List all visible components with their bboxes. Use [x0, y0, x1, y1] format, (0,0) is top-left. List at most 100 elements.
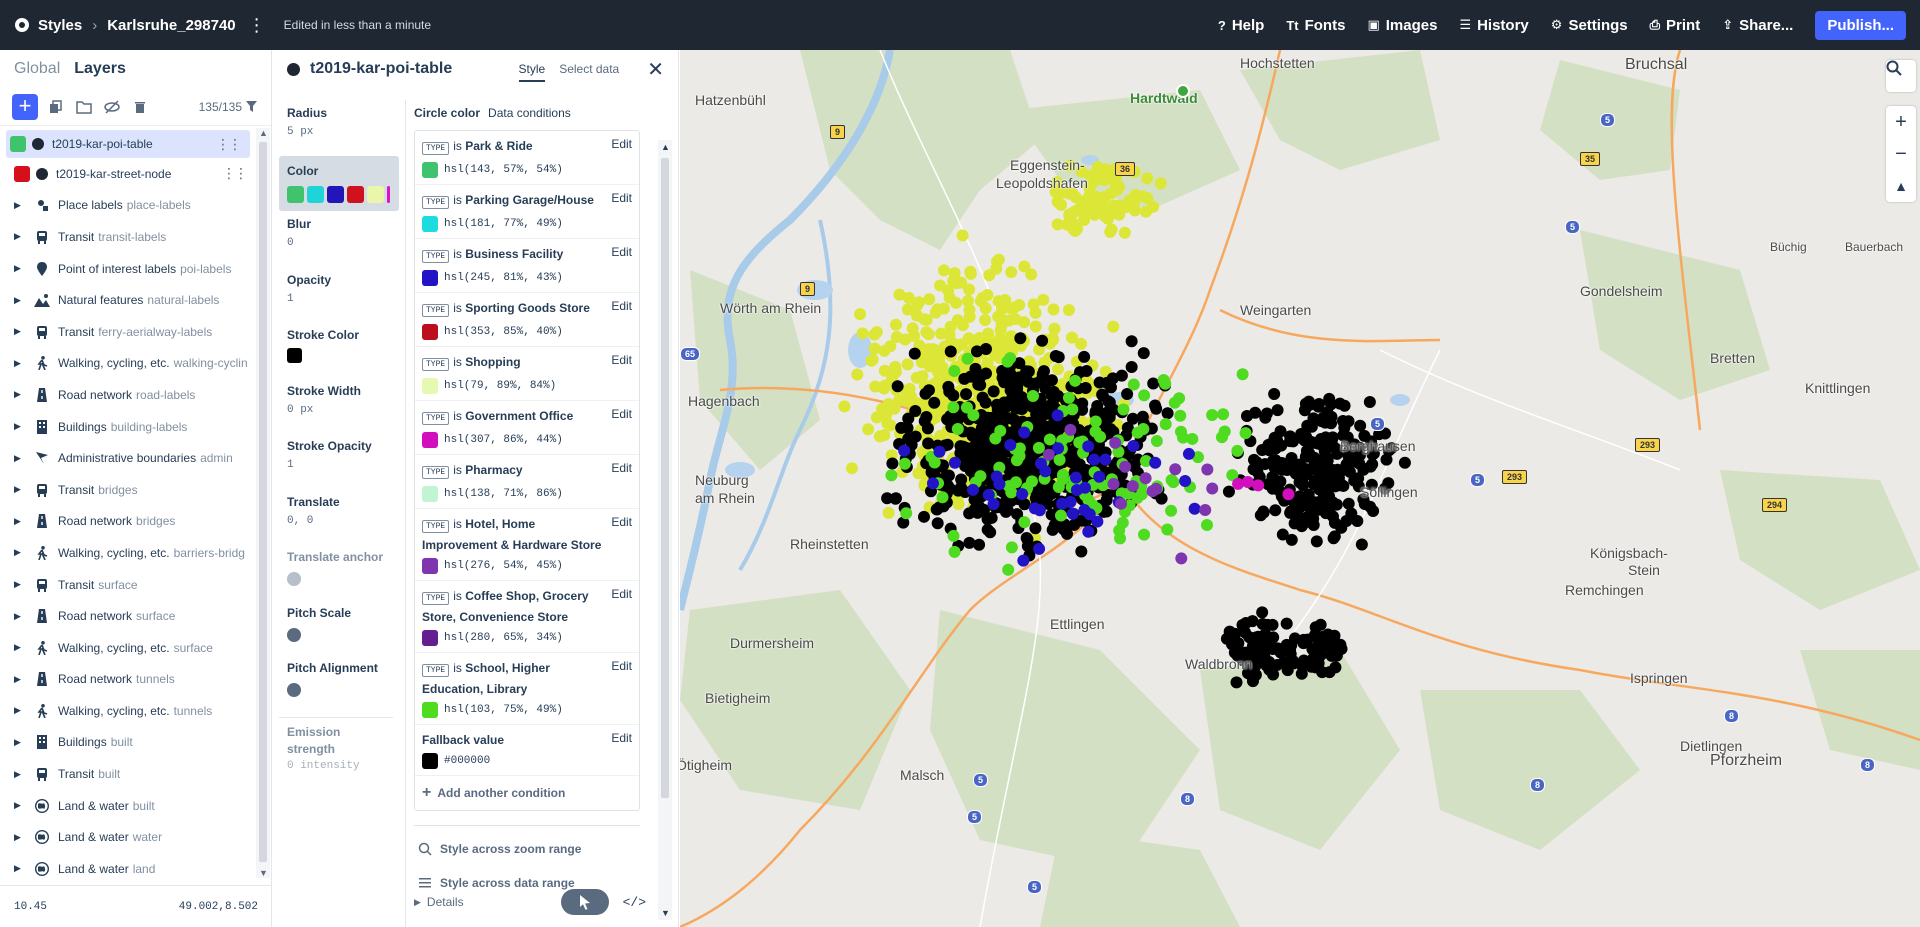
- condition-row[interactable]: TYPE is Sporting Goods Store Edit hsl(353, …: [415, 293, 639, 347]
- expand-caret-icon[interactable]: ▶: [14, 358, 24, 369]
- prop-translate[interactable]: Translate 0, 0: [273, 489, 405, 545]
- expand-caret-icon[interactable]: ▶: [14, 705, 24, 716]
- compass-icon[interactable]: ▲: [1886, 170, 1916, 202]
- layer-item[interactable]: ▶ Walking, cycling, etc. barriers-bridg: [0, 537, 256, 569]
- expand-caret-icon[interactable]: ▶: [14, 453, 24, 464]
- condition-color-swatch[interactable]: [422, 324, 438, 340]
- filter-icon[interactable]: [246, 101, 257, 112]
- expand-caret-icon[interactable]: ▶: [14, 295, 24, 306]
- layer-list-scrollbar[interactable]: ▲ ▼: [256, 128, 270, 878]
- condition-color-swatch[interactable]: [422, 378, 438, 394]
- menu-history[interactable]: ☰ History: [1459, 17, 1528, 34]
- map-canvas[interactable]: Hochstetten Bruchsal Hatzenbühl Hardtwald Eg…: [680, 50, 1920, 927]
- condition-row[interactable]: TYPE is Pharmacy Edit hsl(138, 71%, 86%): [415, 455, 639, 509]
- layer-item[interactable]: ▶ Road network bridges: [0, 506, 256, 538]
- layer-item[interactable]: ▶ Transit bridges: [0, 474, 256, 506]
- duplicate-icon[interactable]: [46, 97, 66, 117]
- style-across-zoom-range[interactable]: Style across zoom range: [414, 826, 646, 860]
- layer-item[interactable]: ▶ Place labels place-labels: [0, 190, 256, 222]
- layer-item[interactable]: ▶ Land & water built: [0, 790, 256, 822]
- layer-item[interactable]: ▶ Road network surface: [0, 600, 256, 632]
- scrollbar-thumb[interactable]: [661, 158, 669, 798]
- expand-caret-icon[interactable]: ▶: [14, 737, 24, 748]
- layer-title[interactable]: t2019-kar-poi-table: [310, 60, 452, 78]
- edit-condition-button[interactable]: Edit: [611, 407, 632, 421]
- expand-caret-icon[interactable]: ▶: [14, 579, 24, 590]
- prop-opacity[interactable]: Opacity 1: [273, 267, 405, 323]
- scrollbar-thumb[interactable]: [259, 142, 267, 862]
- condition-row[interactable]: TYPE is Hotel, Home Improvement & Hardwar…: [415, 509, 639, 581]
- layer-item[interactable]: t2019-kar-poi-table ⋮⋮: [6, 130, 250, 158]
- edit-condition-button[interactable]: Edit: [611, 353, 632, 367]
- condition-row[interactable]: TYPE is Coffee Shop, Grocery Store, Conve…: [415, 581, 639, 653]
- prop-blur[interactable]: Blur 0: [273, 211, 405, 267]
- condition-row[interactable]: TYPE is Shopping Edit hsl(79, 89%, 84%): [415, 347, 639, 401]
- prop-emission-strength[interactable]: Emission strength 0 intensity: [273, 718, 405, 774]
- expand-caret-icon[interactable]: ▶: [14, 611, 24, 622]
- prop-stroke-width[interactable]: Stroke Width 0 px: [273, 378, 405, 434]
- layer-item[interactable]: ▶ Walking, cycling, etc. surface: [0, 632, 256, 664]
- zoom-in-icon[interactable]: +: [1886, 106, 1916, 138]
- layer-item[interactable]: ▶ Walking, cycling, etc. tunnels: [0, 695, 256, 727]
- details-toggle[interactable]: ▶ Details: [414, 895, 464, 909]
- layer-item[interactable]: t2019-kar-street-node ⋮⋮: [0, 158, 256, 190]
- hide-icon[interactable]: [102, 97, 122, 117]
- expand-caret-icon[interactable]: ▶: [14, 547, 24, 558]
- layer-item[interactable]: ▶ Land & water land: [0, 853, 256, 885]
- expand-caret-icon[interactable]: ▶: [14, 421, 24, 432]
- layer-item[interactable]: ▶ Transit ferry-aerialway-labels: [0, 316, 256, 348]
- layer-item[interactable]: ▶ Natural features natural-labels: [0, 284, 256, 316]
- edit-condition-button[interactable]: Edit: [611, 461, 632, 475]
- condition-color-swatch[interactable]: [422, 486, 438, 502]
- scroll-down-icon[interactable]: ▼: [661, 908, 670, 918]
- fallback-row[interactable]: Fallback value Edit #000000: [415, 725, 639, 776]
- zoom-out-icon[interactable]: −: [1886, 138, 1916, 170]
- expand-caret-icon[interactable]: ▶: [14, 832, 24, 843]
- condition-color-swatch[interactable]: [422, 432, 438, 448]
- condition-color-swatch[interactable]: [422, 216, 438, 232]
- layer-item[interactable]: ▶ Transit built: [0, 758, 256, 790]
- prop-translate-anchor[interactable]: Translate anchor: [273, 544, 405, 600]
- prop-pitch-alignment[interactable]: Pitch Alignment: [273, 655, 405, 711]
- menu-print[interactable]: ⎙ Print: [1650, 17, 1701, 34]
- fallback-color-swatch[interactable]: [422, 753, 438, 769]
- expand-caret-icon[interactable]: ▶: [14, 863, 24, 874]
- expand-caret-icon[interactable]: ▶: [14, 516, 24, 527]
- styles-home-link[interactable]: Styles: [14, 17, 82, 34]
- edit-condition-button[interactable]: Edit: [611, 245, 632, 259]
- add-layer-button[interactable]: +: [12, 93, 38, 120]
- expand-caret-icon[interactable]: ▶: [14, 769, 24, 780]
- expand-caret-icon[interactable]: ▶: [14, 200, 24, 211]
- expand-caret-icon[interactable]: ▶: [14, 642, 24, 653]
- menu-fonts[interactable]: Tt Fonts: [1286, 17, 1345, 34]
- prop-stroke-opacity[interactable]: Stroke Opacity 1: [273, 433, 405, 489]
- edit-condition-button[interactable]: Edit: [611, 587, 632, 601]
- map-search-control[interactable]: [1886, 60, 1916, 92]
- expand-caret-icon[interactable]: ▶: [14, 263, 24, 274]
- layer-item[interactable]: ▶ Road network road-labels: [0, 379, 256, 411]
- layer-item[interactable]: ▶ Walking, cycling, etc. walking-cyclin: [0, 348, 256, 380]
- scroll-up-icon[interactable]: ▲: [259, 128, 268, 138]
- edit-condition-button[interactable]: Edit: [611, 137, 632, 151]
- tab-global[interactable]: Global: [14, 60, 60, 78]
- scroll-down-icon[interactable]: ▼: [259, 868, 268, 878]
- edit-fallback-button[interactable]: Edit: [611, 731, 632, 745]
- menu-settings[interactable]: ⚙ Settings: [1551, 17, 1628, 34]
- editor-scrollbar[interactable]: ▲ ▼: [658, 140, 672, 920]
- edit-condition-button[interactable]: Edit: [611, 515, 632, 529]
- layer-item[interactable]: ▶ Land & water water: [0, 821, 256, 853]
- expand-caret-icon[interactable]: ▶: [14, 326, 24, 337]
- menu-images[interactable]: ▣ Images: [1367, 17, 1437, 34]
- trash-icon[interactable]: [130, 97, 150, 117]
- condition-color-swatch[interactable]: [422, 270, 438, 286]
- layer-item[interactable]: ▶ Point of interest labels poi-labels: [0, 253, 256, 285]
- menu-share[interactable]: ⇪ Share...: [1722, 17, 1793, 34]
- tab-style[interactable]: Style: [518, 56, 546, 82]
- condition-row[interactable]: TYPE is Park & Ride Edit hsl(143, 57%, 54%): [415, 131, 639, 185]
- edit-condition-button[interactable]: Edit: [611, 191, 632, 205]
- layer-item[interactable]: ▶ Buildings building-labels: [0, 411, 256, 443]
- tab-select-data[interactable]: Select data: [559, 62, 619, 76]
- condition-color-swatch[interactable]: [422, 630, 438, 646]
- condition-row[interactable]: TYPE is Government Office Edit hsl(307, 86%…: [415, 401, 639, 455]
- scroll-up-icon[interactable]: ▲: [661, 142, 670, 152]
